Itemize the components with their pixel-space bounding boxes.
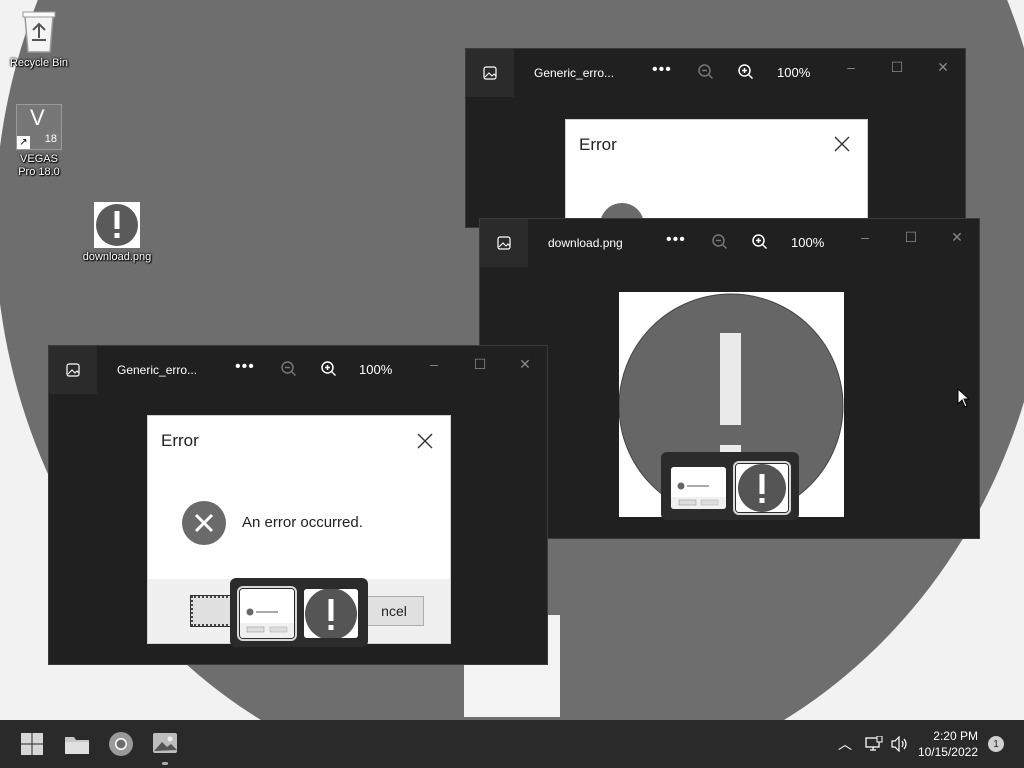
minimize-button[interactable]: – xyxy=(839,57,863,77)
file-explorer-icon xyxy=(65,737,89,754)
filmstrip-thumbnail-error[interactable] xyxy=(237,586,297,641)
maximize-button[interactable]: ☐ xyxy=(885,57,909,77)
chrome-icon xyxy=(109,732,133,756)
window-titlebar[interactable]: Generic_erro... ••• 100% – ☐ ✕ xyxy=(466,49,965,97)
taskbar-clock[interactable]: 2:20 PM 10/15/2022 xyxy=(918,728,978,760)
error-message: An error occurred. xyxy=(242,514,363,531)
taskbar-photos[interactable] xyxy=(149,728,181,765)
desktop-icon-label: download.png xyxy=(82,251,152,263)
maximize-button[interactable]: ☐ xyxy=(468,354,492,374)
start-icon xyxy=(21,733,43,755)
desktop-icon-label: Recycle Bin xyxy=(9,57,69,69)
shortcut-arrow-icon: ↗ xyxy=(17,136,30,149)
vegas-pro-icon: V 18 ↗ xyxy=(16,104,62,150)
zoom-out-icon[interactable] xyxy=(280,360,298,378)
taskbar: ︿ 2:20 PM 10/15/2022 1 xyxy=(0,720,1024,768)
desktop-icon-label: VEGAS Pro 18.0 xyxy=(18,153,60,178)
zoom-out-icon[interactable] xyxy=(697,63,715,81)
volume-icon[interactable] xyxy=(891,736,909,752)
more-options-button[interactable]: ••• xyxy=(666,231,686,249)
desktop-icon-download-png[interactable]: download.png xyxy=(79,202,155,264)
zoom-in-icon[interactable] xyxy=(320,360,338,378)
mouse-cursor-icon xyxy=(957,388,971,408)
running-indicator xyxy=(162,762,168,765)
photos-window-download-png[interactable]: download.png ••• 100% – ☐ ✕ xyxy=(479,218,980,539)
window-titlebar[interactable]: Generic_erro... ••• 100% – ☐ ✕ xyxy=(49,346,547,394)
download-png-thumbnail xyxy=(94,202,140,248)
more-options-button[interactable]: ••• xyxy=(235,358,255,376)
taskbar-chrome[interactable] xyxy=(105,728,137,760)
dialog-title: Error xyxy=(579,135,617,154)
filmstrip-thumbnail-download[interactable] xyxy=(304,589,358,638)
filmstrip xyxy=(230,578,368,647)
notification-badge[interactable]: 1 xyxy=(988,736,1004,752)
desktop-icon-vegas-pro[interactable]: V 18 ↗ VEGAS Pro 18.0 xyxy=(1,104,77,179)
close-icon xyxy=(417,433,433,449)
photos-icon xyxy=(153,733,177,753)
exclamation-icon xyxy=(96,204,138,246)
zoom-level[interactable]: 100% xyxy=(791,235,824,250)
zoom-level[interactable]: 100% xyxy=(777,65,810,80)
system-tray: ︿ xyxy=(838,720,909,768)
window-title: Generic_erro... xyxy=(534,66,615,80)
start-button[interactable] xyxy=(16,728,48,760)
close-button[interactable]: ✕ xyxy=(513,354,537,374)
photos-app-icon[interactable] xyxy=(466,49,514,97)
photos-app-icon[interactable] xyxy=(480,219,528,267)
taskbar-file-explorer[interactable] xyxy=(61,728,93,760)
minimize-button[interactable]: – xyxy=(422,354,446,374)
desktop-icon-recycle-bin[interactable]: Recycle Bin xyxy=(1,6,77,70)
more-options-button[interactable]: ••• xyxy=(652,61,672,79)
zoom-in-icon[interactable] xyxy=(751,233,769,251)
photos-window-generic-error-back[interactable]: Generic_erro... ••• 100% – ☐ ✕ Error xyxy=(465,48,966,228)
clock-time: 2:20 PM xyxy=(933,729,978,743)
filmstrip-thumbnail-error[interactable] xyxy=(671,467,726,509)
image-error-dialog: Error xyxy=(565,119,868,227)
clock-date: 10/15/2022 xyxy=(917,745,978,759)
close-button[interactable]: ✕ xyxy=(945,227,969,247)
vegas-version: 18 xyxy=(44,133,57,145)
maximize-button[interactable]: ☐ xyxy=(899,227,923,247)
zoom-level[interactable]: 100% xyxy=(359,362,392,377)
chevron-up-icon[interactable]: ︿ xyxy=(838,734,852,754)
filmstrip xyxy=(661,452,799,520)
minimize-button[interactable]: – xyxy=(853,227,877,247)
filmstrip-thumbnail-download[interactable] xyxy=(733,461,791,515)
close-icon xyxy=(834,136,850,152)
window-titlebar[interactable]: download.png ••• 100% – ☐ ✕ xyxy=(480,219,979,267)
window-title: Generic_erro... xyxy=(117,363,198,377)
photos-window-generic-error-front[interactable]: Generic_erro... ••• 100% – ☐ ✕ Error An … xyxy=(48,345,548,665)
network-icon[interactable] xyxy=(865,736,883,752)
zoom-out-icon[interactable] xyxy=(711,233,729,251)
window-title: download.png xyxy=(548,236,623,250)
error-icon xyxy=(182,501,226,545)
vegas-badge-letter: V xyxy=(30,105,45,130)
photos-app-icon[interactable] xyxy=(49,346,97,394)
recycle-bin-icon xyxy=(22,11,56,53)
close-button[interactable]: ✕ xyxy=(931,57,955,77)
dialog-title: Error xyxy=(161,431,199,450)
zoom-in-icon[interactable] xyxy=(737,63,755,81)
